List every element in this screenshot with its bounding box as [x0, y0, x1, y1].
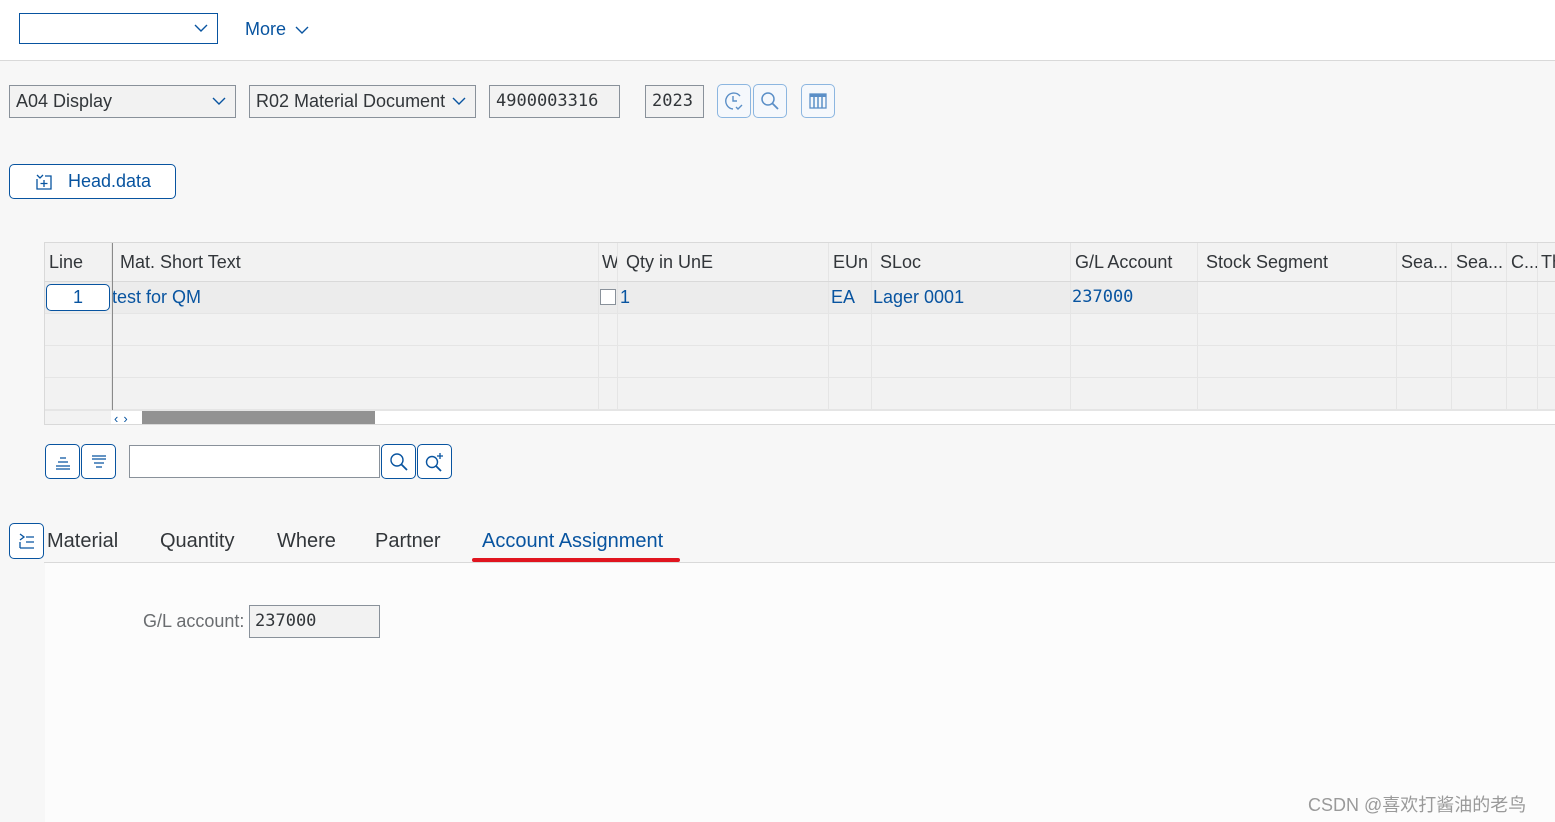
cell-w [599, 282, 618, 313]
head-data-label: Head.data [68, 171, 152, 191]
expand-all-button[interactable] [81, 444, 116, 479]
items-table: Line Mat. Short Text W Qty in UnE EUn SL… [44, 242, 1555, 425]
document-number-value: 4900003316 [496, 91, 599, 111]
action-value: A04 Display [16, 91, 113, 111]
cell-qty[interactable]: 1 [618, 282, 829, 313]
tab-account-assignment[interactable]: Account Assignment [482, 530, 663, 553]
table-search-input[interactable] [129, 445, 380, 478]
reference-value: R02 Material Document [256, 91, 446, 111]
expand-all-icon [91, 454, 106, 468]
cell-th[interactable] [1538, 282, 1555, 313]
account-assignment-panel [45, 563, 1555, 822]
action-select[interactable]: A04 Display [9, 85, 236, 118]
year-value: 2023 [652, 91, 693, 111]
find-next-icon [425, 452, 443, 472]
scroll-right-icon[interactable]: › [123, 411, 127, 424]
find-button[interactable] [381, 444, 416, 479]
table-settings-button[interactable] [801, 84, 835, 118]
table-settings-icon [809, 93, 827, 109]
cell-sea-1[interactable] [1397, 282, 1452, 313]
reference-select[interactable]: R02 Material Document [249, 85, 476, 118]
column-header-mat-short-text[interactable]: Mat. Short Text [112, 243, 599, 281]
cell-stock-segment[interactable] [1198, 282, 1397, 313]
cell-sea-2[interactable] [1452, 282, 1507, 313]
column-header-sea-1[interactable]: Sea... [1397, 243, 1452, 281]
document-number-input[interactable]: 4900003316 [489, 85, 620, 118]
find-next-button[interactable] [417, 444, 452, 479]
w-checkbox[interactable] [600, 288, 616, 305]
cell-mat-short-text[interactable]: test for QM [112, 282, 599, 313]
tab-bar: Material Quantity Where Partner Account … [44, 520, 1555, 563]
search-button[interactable] [753, 84, 787, 118]
gl-account-label: G/L account: [143, 611, 245, 631]
collapse-all-button[interactable] [45, 444, 80, 479]
search-icon [761, 92, 779, 110]
watermark: CSDN @喜欢打酱油的老鸟 [1308, 795, 1527, 815]
tab-material[interactable]: Material [47, 530, 118, 553]
table-row-empty[interactable] [45, 346, 1555, 378]
column-header-w[interactable]: W [599, 243, 618, 281]
more-label: More [245, 19, 287, 39]
tab-where[interactable]: Where [277, 530, 336, 553]
column-header-line[interactable]: Line [45, 243, 112, 281]
year-input[interactable]: 2023 [645, 85, 704, 118]
top-command-select[interactable] [19, 13, 218, 44]
top-bar: More [0, 0, 1555, 61]
line-number-input[interactable]: 1 [46, 284, 110, 311]
column-header-stock-segment[interactable]: Stock Segment [1198, 243, 1397, 281]
cell-sloc[interactable]: Lager 0001 [872, 282, 1071, 313]
find-icon [389, 452, 408, 471]
head-data-button[interactable]: Head.data [9, 164, 176, 199]
column-header-sea-2[interactable]: Sea... [1452, 243, 1507, 281]
more-menu-button[interactable]: More [245, 19, 310, 40]
column-header-c[interactable]: C... [1507, 243, 1538, 281]
cell-line: 1 [45, 282, 112, 313]
tab-list-button[interactable] [9, 523, 44, 559]
table-row[interactable]: 1 test for QM 1 EA Lager 0001 237000 [45, 282, 1555, 314]
column-header-th[interactable]: Th [1538, 243, 1555, 281]
gl-account-field[interactable]: 237000 [249, 605, 380, 638]
active-tab-highlight [472, 558, 680, 562]
chevron-down-icon [212, 97, 226, 105]
cell-eun[interactable]: EA [829, 282, 872, 313]
tab-quantity[interactable]: Quantity [160, 530, 234, 553]
tab-partner[interactable]: Partner [375, 530, 441, 553]
chevron-down-icon [295, 26, 309, 34]
column-header-sloc[interactable]: SLoc [872, 243, 1071, 281]
scroll-left-icon[interactable]: ‹ [114, 411, 118, 424]
table-row-empty[interactable] [45, 314, 1555, 346]
horizontal-scrollbar[interactable]: ‹ › [45, 410, 1555, 424]
cell-c[interactable] [1507, 282, 1538, 313]
history-icon [725, 92, 743, 110]
tab-list-icon [18, 533, 34, 549]
chevron-down-icon [194, 24, 208, 32]
history-button[interactable] [717, 84, 751, 118]
column-header-gl-account[interactable]: G/L Account [1071, 243, 1198, 281]
collapse-all-icon [55, 456, 70, 470]
expand-header-icon [36, 174, 52, 190]
table-row-empty[interactable] [45, 378, 1555, 410]
table-header-row: Line Mat. Short Text W Qty in UnE EUn SL… [45, 243, 1555, 282]
cell-gl-account[interactable]: 237000 [1071, 282, 1198, 313]
column-header-qty[interactable]: Qty in UnE [618, 243, 829, 281]
column-header-eun[interactable]: EUn [829, 243, 872, 281]
scrollbar-thumb[interactable] [142, 411, 375, 424]
chevron-down-icon [452, 97, 466, 105]
fixed-column-separator [112, 243, 113, 410]
